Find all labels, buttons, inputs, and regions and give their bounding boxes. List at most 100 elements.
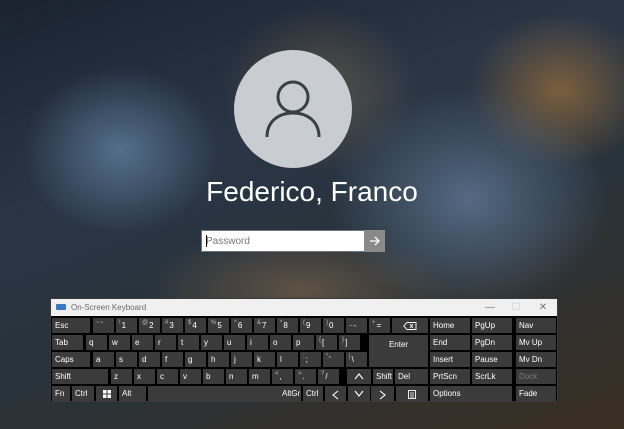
key-m[interactable]: m [249, 369, 270, 384]
key-symbol[interactable]: _- [346, 318, 367, 333]
password-input[interactable] [202, 231, 365, 251]
key-mvdn[interactable]: Mv Dn [516, 352, 556, 367]
key-5[interactable]: %5 [208, 318, 229, 333]
key-shift-symbol: ~ [96, 320, 100, 326]
key-a[interactable]: a [93, 352, 114, 367]
key-arrow-left[interactable] [325, 386, 346, 401]
key-shift-symbol: ! [119, 320, 121, 326]
key-label: Pause [475, 355, 498, 364]
key-x[interactable]: x [134, 369, 155, 384]
key-k[interactable]: k [254, 352, 275, 367]
backspace-icon [403, 322, 417, 330]
key-3[interactable]: #3 [162, 318, 183, 333]
key-p[interactable]: p [293, 335, 314, 350]
key-insert[interactable]: Insert [430, 352, 470, 367]
osk-title-bar[interactable]: On-Screen Keyboard — ☐ ✕ [51, 299, 557, 316]
key-9[interactable]: (9 [300, 318, 321, 333]
key-shift-symbol: ( [303, 320, 305, 326]
key-label: ; [305, 355, 308, 364]
key-pause[interactable]: Pause [472, 352, 512, 367]
key-scrlk[interactable]: ScrLk [472, 369, 512, 384]
key-z[interactable]: z [111, 369, 132, 384]
key-mvup[interactable]: Mv Up [516, 335, 556, 350]
key-w[interactable]: w [109, 335, 130, 350]
key-arrow-down[interactable] [348, 386, 370, 401]
key-c[interactable]: c [157, 369, 178, 384]
key-options[interactable]: Options [430, 386, 512, 401]
key-f[interactable]: f [162, 352, 183, 367]
key-symbol[interactable]: ~` [93, 318, 114, 333]
key-pgup[interactable]: PgUp [472, 318, 512, 333]
key-label: 8 [283, 321, 288, 330]
key-8[interactable]: *8 [277, 318, 298, 333]
key-i[interactable]: i [247, 335, 268, 350]
key-0[interactable]: )0 [323, 318, 344, 333]
key-end[interactable]: End [430, 335, 470, 350]
key-altgr[interactable]: AltGr [279, 386, 301, 401]
key-j[interactable]: j [231, 352, 252, 367]
key-windows-logo[interactable] [96, 386, 117, 401]
key-caps[interactable]: Caps [52, 352, 90, 367]
key-menu-key[interactable] [396, 386, 428, 401]
key-esc[interactable]: Esc [52, 318, 90, 333]
key-r[interactable]: r [155, 335, 176, 350]
key-b[interactable]: b [203, 369, 224, 384]
key-v[interactable]: v [180, 369, 201, 384]
key-7[interactable]: &7 [254, 318, 275, 333]
key-e[interactable]: e [132, 335, 153, 350]
key-ctrl[interactable]: Ctrl [72, 386, 94, 401]
key-label: i [250, 338, 252, 347]
key-arrow-up[interactable] [347, 369, 371, 384]
key-o[interactable]: o [270, 335, 291, 350]
key-shift-symbol: ^ [234, 320, 237, 326]
key-4[interactable]: $4 [185, 318, 206, 333]
key-symbol[interactable]: ?/ [318, 369, 339, 384]
key-fade[interactable]: Fade [516, 386, 556, 401]
close-button[interactable]: ✕ [530, 299, 556, 316]
key-fn[interactable]: Fn [52, 386, 70, 401]
key-label: ScrLk [475, 372, 496, 381]
key-symbol[interactable]: >. [295, 369, 316, 384]
key-g[interactable]: g [185, 352, 206, 367]
key-2[interactable]: @2 [139, 318, 160, 333]
key-y[interactable]: y [201, 335, 222, 350]
key-tab[interactable]: Tab [52, 335, 83, 350]
key-s[interactable]: s [116, 352, 137, 367]
key-d[interactable]: d [139, 352, 160, 367]
key-symbol[interactable]: "' [323, 352, 344, 367]
key-h[interactable]: h [208, 352, 229, 367]
key-arrow-right[interactable] [371, 386, 394, 401]
key-u[interactable]: u [224, 335, 245, 350]
submit-button[interactable] [364, 230, 385, 252]
key-prtscn[interactable]: PrtScn [430, 369, 470, 384]
key-backspace[interactable] [392, 318, 428, 333]
key-alt[interactable]: Alt [119, 386, 146, 401]
key-ctrl[interactable]: Ctrl [303, 386, 323, 401]
key-shift[interactable]: Shift [373, 369, 393, 384]
key-label: v [183, 372, 187, 381]
key-6[interactable]: ^6 [231, 318, 252, 333]
key-symbol[interactable]: += [369, 318, 390, 333]
key-del[interactable]: Del [395, 369, 428, 384]
key-symbol[interactable]: :; [300, 352, 321, 367]
key-nav[interactable]: Nav [516, 318, 556, 333]
key-enter[interactable]: Enter [369, 335, 428, 367]
key-symbol[interactable]: |\ [346, 352, 367, 367]
key-symbol[interactable]: }] [339, 335, 360, 350]
key-home[interactable]: Home [430, 318, 470, 333]
key-shift-symbol: _ [349, 320, 353, 326]
key-shift[interactable]: Shift [52, 369, 108, 384]
key-label: n [229, 372, 234, 381]
key-q[interactable]: q [86, 335, 107, 350]
minimize-button[interactable]: — [477, 299, 503, 316]
key-pgdn[interactable]: PgDn [472, 335, 512, 350]
key-shift-symbol: @ [142, 320, 149, 326]
key-label: l [280, 355, 282, 364]
key-t[interactable]: t [178, 335, 199, 350]
key-space[interactable] [148, 386, 280, 401]
key-symbol[interactable]: <, [272, 369, 293, 384]
key-symbol[interactable]: {[ [316, 335, 337, 350]
key-1[interactable]: !1 [116, 318, 137, 333]
key-n[interactable]: n [226, 369, 247, 384]
key-l[interactable]: l [277, 352, 298, 367]
